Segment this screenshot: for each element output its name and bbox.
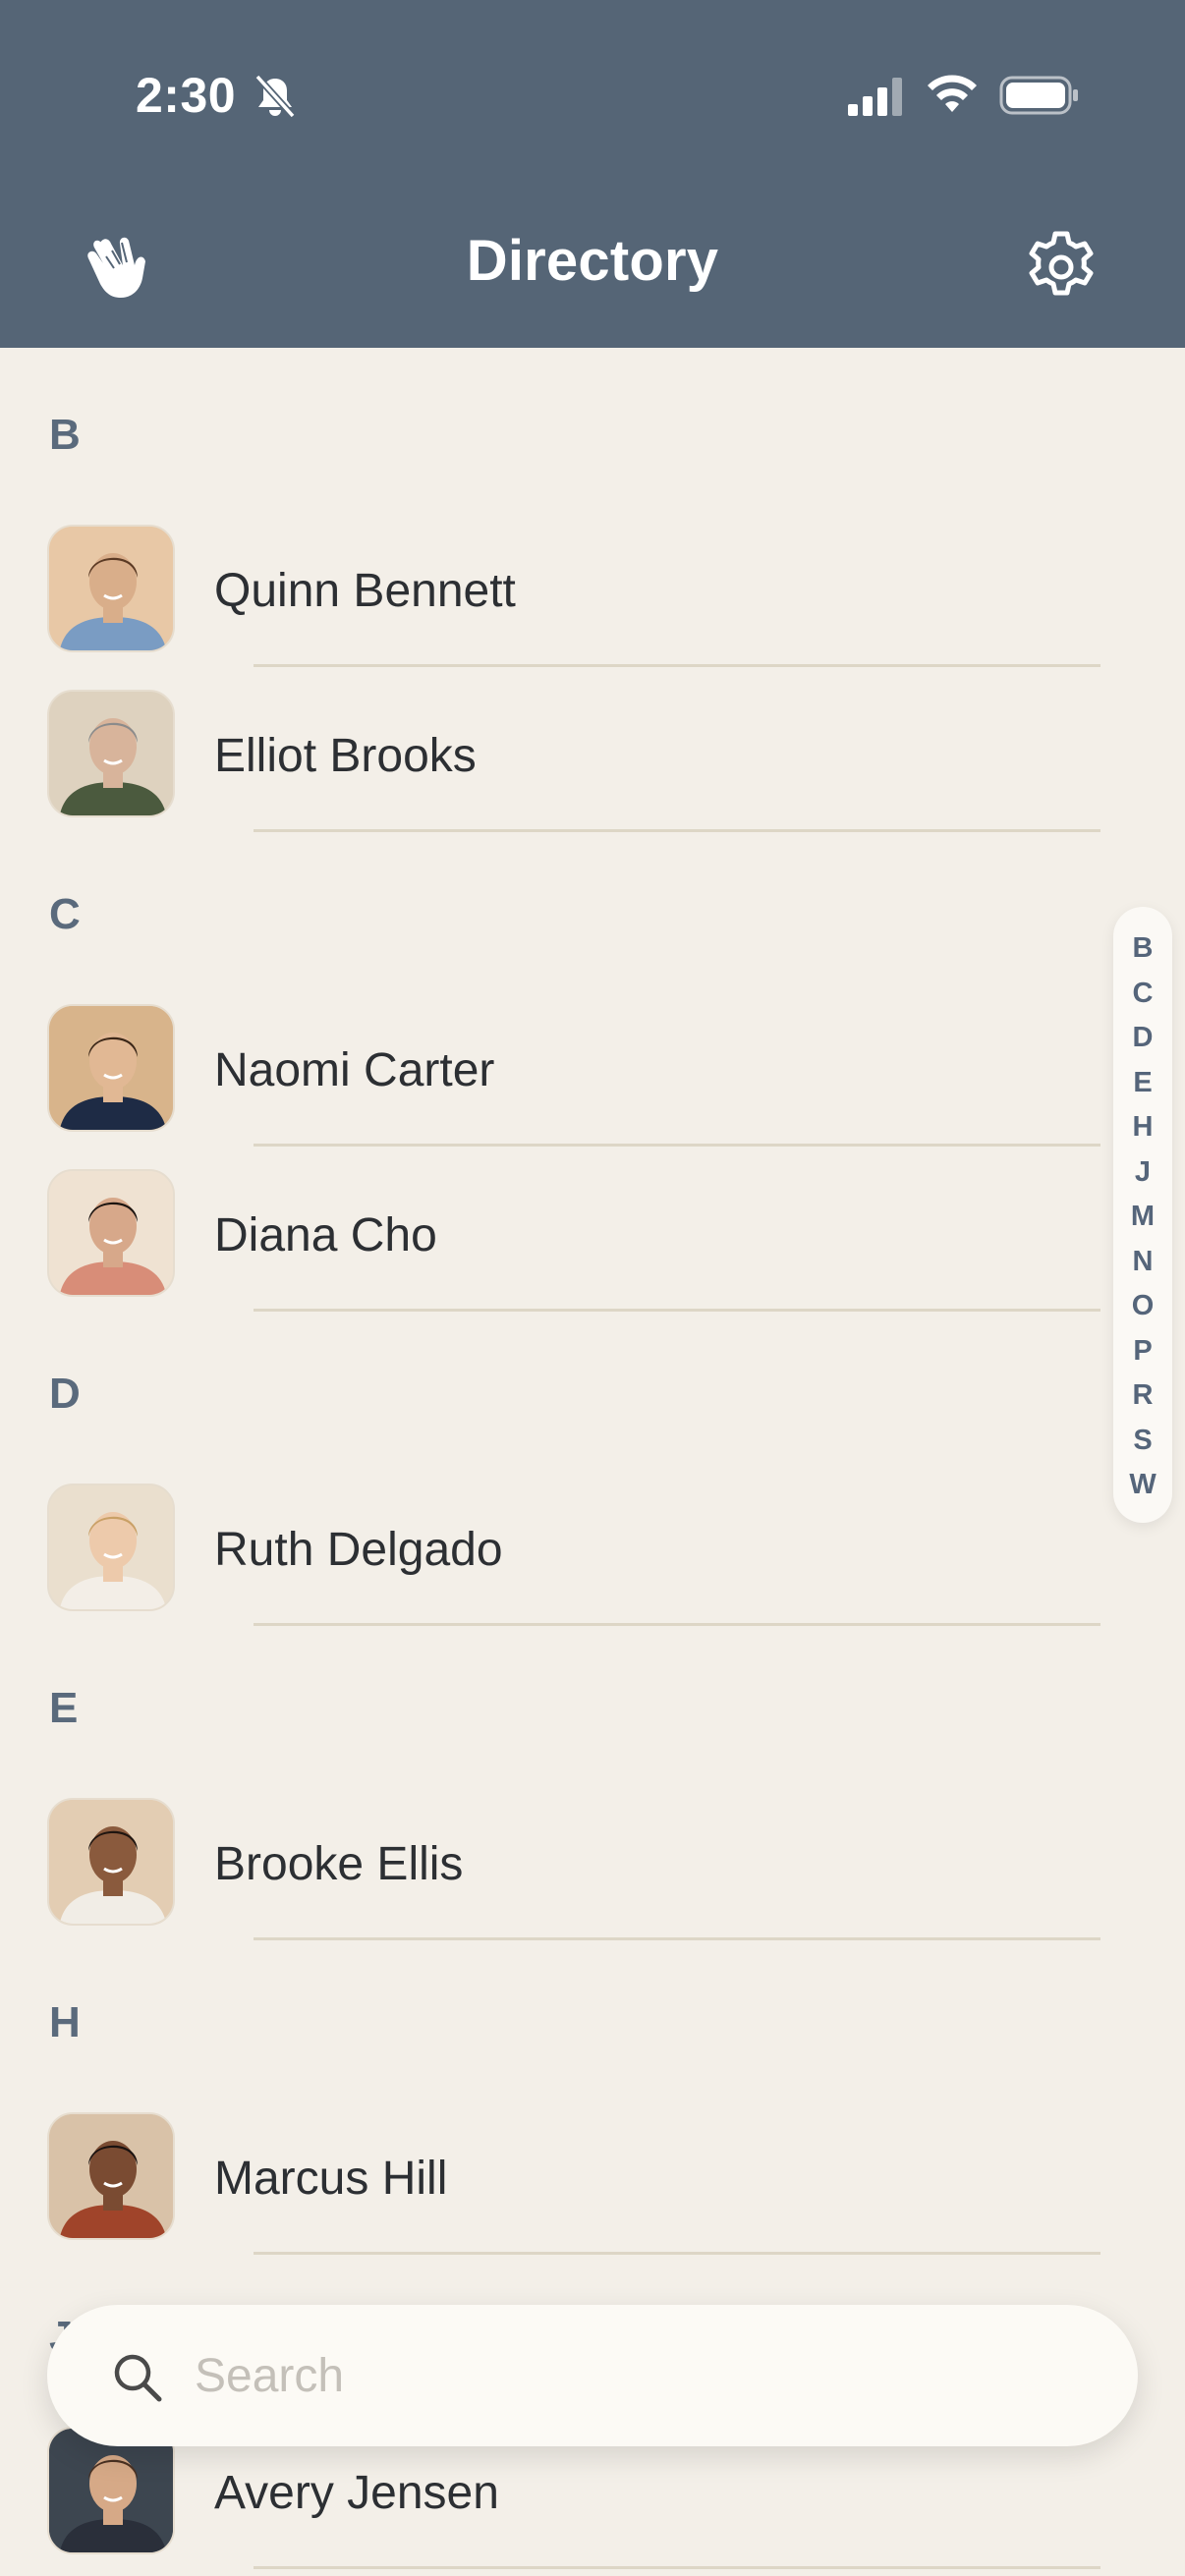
index-letter-o[interactable]: O [1132, 1292, 1155, 1320]
directory-screen: 2:30 Directory B Quinn Bennett Elliot Br… [0, 0, 1185, 2576]
section-header-b: B [49, 411, 81, 459]
index-letter-e[interactable]: E [1133, 1068, 1152, 1097]
settings-button[interactable] [1022, 228, 1100, 307]
contact-row[interactable]: Ruth Delgado [0, 1460, 1110, 1625]
gear-icon [1029, 231, 1094, 296]
app-header: 2:30 Directory [0, 0, 1185, 348]
contact-row[interactable]: Diana Cho [0, 1146, 1110, 1311]
avatar [47, 1798, 175, 1926]
section-header-c: C [49, 890, 81, 938]
contact-name: Avery Jensen [214, 2467, 499, 2519]
row-divider [254, 2252, 1100, 2255]
section-header-h: H [49, 1998, 81, 2046]
index-letter-b[interactable]: B [1133, 934, 1154, 963]
contact-row[interactable]: Marcus Hill [0, 2089, 1110, 2254]
index-letter-w[interactable]: W [1129, 1471, 1156, 1499]
index-letter-j[interactable]: J [1135, 1157, 1151, 1187]
index-letter-m[interactable]: M [1131, 1203, 1155, 1231]
index-letter-d[interactable]: D [1133, 1024, 1154, 1052]
row-divider [254, 1309, 1100, 1312]
contact-row[interactable]: Brooke Ellis [0, 1774, 1110, 1939]
search-input[interactable] [195, 2344, 1079, 2407]
contact-name: Brooke Ellis [214, 1838, 464, 1890]
bell-muted-icon [254, 74, 296, 119]
row-divider [254, 2566, 1100, 2569]
avatar [47, 525, 175, 652]
avatar [47, 690, 175, 817]
avatar [47, 1004, 175, 1132]
contact-name: Ruth Delgado [214, 1524, 503, 1576]
page-title: Directory [466, 229, 719, 293]
row-divider [254, 1623, 1100, 1626]
search-icon [114, 2354, 162, 2402]
index-letter-h[interactable]: H [1133, 1113, 1154, 1142]
section-header-e: E [49, 1684, 79, 1732]
contact-name: Diana Cho [214, 1209, 437, 1261]
index-letter-p[interactable]: P [1133, 1336, 1152, 1366]
section-header-d: D [49, 1370, 81, 1418]
index-letter-c[interactable]: C [1133, 979, 1154, 1008]
alphabet-index[interactable]: BCDEHJMNOPRSW [1113, 907, 1172, 1523]
index-letter-r[interactable]: R [1133, 1381, 1154, 1410]
avatar [47, 1169, 175, 1297]
battery-icon [999, 76, 1078, 115]
status-time: 2:30 [136, 68, 237, 123]
index-letter-n[interactable]: N [1133, 1247, 1154, 1276]
contact-name: Marcus Hill [214, 2153, 448, 2205]
search-bar[interactable] [47, 2305, 1138, 2446]
row-divider [254, 1937, 1100, 1940]
index-letter-s[interactable]: S [1133, 1426, 1152, 1455]
wifi-icon [928, 75, 977, 112]
row-divider [254, 829, 1100, 832]
contact-name: Naomi Carter [214, 1044, 495, 1096]
contact-row[interactable]: Quinn Bennett [0, 501, 1110, 666]
contact-name: Elliot Brooks [214, 730, 477, 782]
contact-row[interactable]: Elliot Brooks [0, 666, 1110, 831]
contact-name: Quinn Bennett [214, 565, 516, 617]
contact-row[interactable]: Naomi Carter [0, 980, 1110, 1146]
avatar [47, 1484, 175, 1611]
cellular-signal-icon [848, 78, 902, 116]
avatar [47, 2112, 175, 2240]
